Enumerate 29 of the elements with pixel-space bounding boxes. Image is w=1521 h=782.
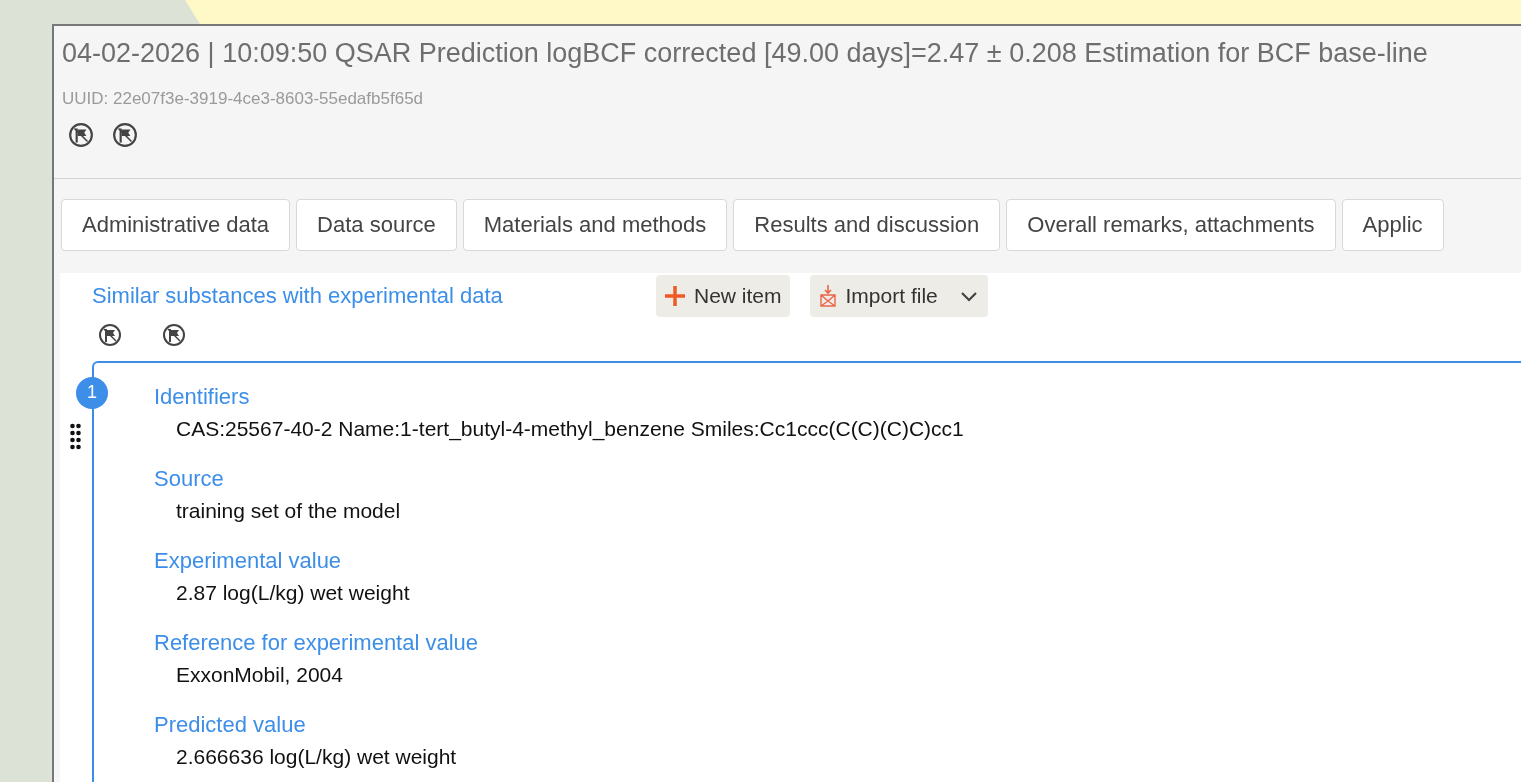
item-number-badge: 1: [76, 376, 108, 409]
section-tab[interactable]: Applic: [1341, 198, 1444, 251]
field-value: ExxonMobil, 2004: [175, 661, 344, 688]
field-value: 2.666636 log(L/kg) wet weight: [175, 743, 458, 770]
section-tab[interactable]: Data source: [296, 198, 457, 251]
drag-handle-icon[interactable]: [70, 422, 82, 451]
import-file-button[interactable]: Import file: [809, 274, 988, 317]
flag-icon[interactable]: [162, 322, 186, 347]
field-value: CAS:25567-40-2 Name:1-tert_butyl-4-methyl_benzene Smiles:Cc1ccc(C(C)(C)C)cc1: [175, 415, 965, 443]
field-value: training set of the model: [175, 497, 402, 524]
field-label: Reference for experimental value: [154, 628, 480, 657]
flag-icon[interactable]: [112, 121, 138, 148]
field-label: Predicted value: [154, 710, 307, 739]
section-tab[interactable]: Administrative data: [61, 198, 291, 251]
field-value: 2.87 log(L/kg) wet weight: [175, 579, 411, 606]
new-item-button[interactable]: New item: [656, 274, 790, 317]
section-tab[interactable]: Overall remarks, attachments: [1006, 198, 1336, 251]
section-tab[interactable]: Materials and methods: [462, 198, 728, 251]
field-label: Source: [154, 464, 225, 493]
section-tab[interactable]: Results and discussion: [733, 198, 1001, 251]
field-label: Identifiers: [154, 382, 251, 411]
flag-icon[interactable]: [68, 121, 94, 148]
flag-icon[interactable]: [98, 322, 122, 347]
section-title: Similar substances with experimental data: [92, 282, 504, 310]
file-import-icon: [817, 283, 838, 308]
field-label: Experimental value: [154, 546, 343, 575]
plus-icon: [664, 284, 686, 307]
record-title: 04-02-2026 | 10:09:50 QSAR Prediction logBCF corrected [49.00 days]=2.47 ± 0.208 Estimation for BCF base-line: [62, 37, 1429, 70]
uuid-text: UUID: 22e07f3e-3919-4ce3-8603-55edafb5f65d: [62, 88, 425, 110]
